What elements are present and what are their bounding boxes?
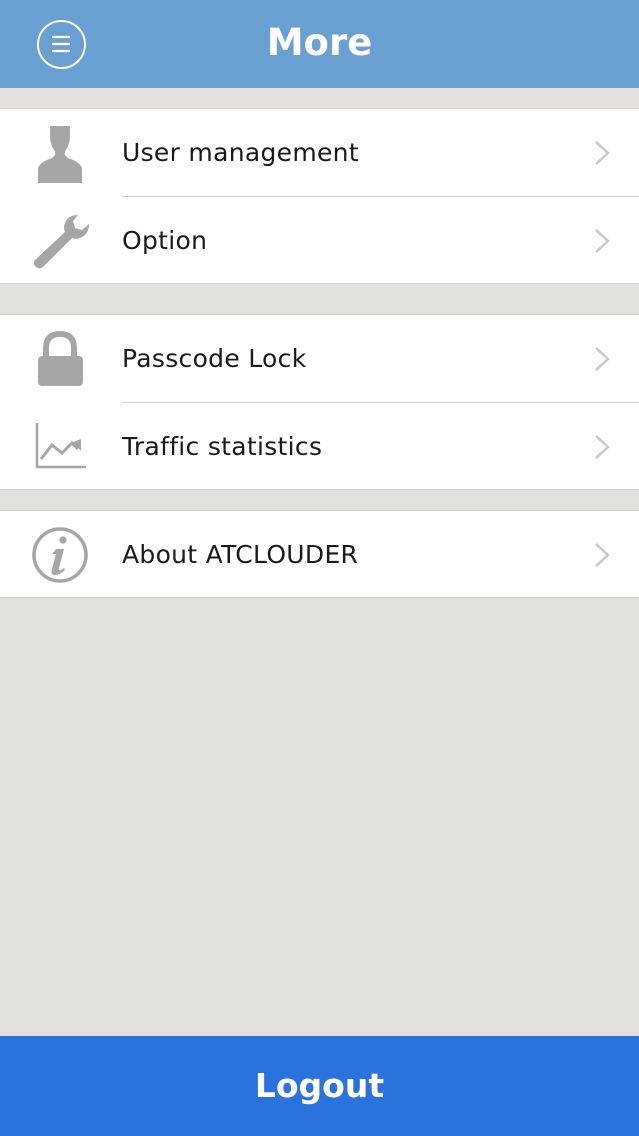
page-title: More	[266, 21, 373, 64]
logout-button[interactable]: Logout	[0, 1036, 639, 1136]
list-item-about[interactable]: About ATCLOUDER	[0, 511, 639, 598]
chart-icon	[26, 415, 94, 479]
list-item-label: Passcode Lock	[122, 344, 307, 373]
more-screen: More User management Option Passcode Loc…	[0, 0, 639, 1136]
chevron-right-icon	[593, 541, 611, 569]
wrench-icon	[26, 209, 94, 273]
chevron-right-icon	[593, 433, 611, 461]
list-item-passcode-lock[interactable]: Passcode Lock	[0, 315, 639, 403]
settings-group-account: User management Option	[0, 108, 639, 284]
navigation-bar: More	[0, 0, 639, 88]
list-item-label: Option	[122, 226, 208, 255]
chevron-right-icon	[593, 345, 611, 373]
list-item-traffic-statistics[interactable]: Traffic statistics	[0, 403, 639, 490]
user-icon	[26, 121, 94, 185]
list-item-label: User management	[122, 138, 359, 167]
chevron-right-icon	[593, 227, 611, 255]
settings-group-about: About ATCLOUDER	[0, 510, 639, 598]
lock-icon	[26, 327, 94, 391]
list-item-user-management[interactable]: User management	[0, 109, 639, 197]
chevron-right-icon	[593, 139, 611, 167]
settings-group-security: Passcode Lock Traffic statistics	[0, 314, 639, 490]
list-item-option[interactable]: Option	[0, 197, 639, 284]
list-item-label: About ATCLOUDER	[122, 540, 359, 569]
list-item-label: Traffic statistics	[122, 432, 323, 461]
info-icon	[26, 523, 94, 587]
